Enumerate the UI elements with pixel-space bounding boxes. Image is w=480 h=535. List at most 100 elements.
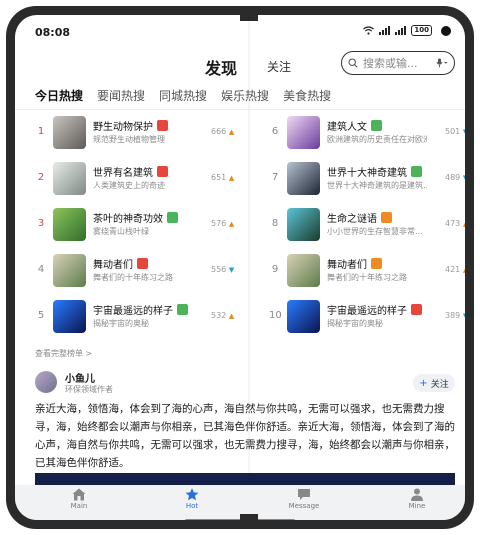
rank-number: 4 [37,264,45,275]
hot-title: 茶叶的神奇功效 [93,214,163,225]
rank-number: 1 [37,126,45,137]
heat-value: 532 ▲ [211,311,234,320]
tab-food[interactable]: 美食热搜 [283,87,331,104]
hot-title-row: 世界有名建筑 [93,164,168,179]
view-full-list-link[interactable]: 查看完整榜单 > [35,348,92,359]
heat-number: 501 [445,127,461,136]
hot-title: 宇宙最遥远的样子 [93,306,173,317]
author-name[interactable]: 小鱼儿 [65,370,95,385]
hot-thumbnail [53,254,86,287]
tab-today[interactable]: 今日热搜 [35,87,83,104]
chevron-right-icon: > [85,349,93,358]
plus-icon: + [419,377,428,389]
hot-list-item[interactable]: 8 生命之谜语小小世界的生存智慧非常… 473 ▲ [269,207,465,243]
hot-badge-icon [157,166,168,177]
heat-number: 651 [211,173,227,182]
nav-hot-label: Hot [185,502,199,510]
hot-title: 野生动物保护 [93,122,153,133]
hot-list-item[interactable]: 4 舞动者们 舞者们的十年练习之路 556 ▼ [35,253,250,289]
device-frame: 08:08 100 发现 关注 搜索或输... 今日热搜 要闻热搜 同城热搜 娱… [6,6,474,529]
hot-subtitle: 人类建筑史上的奇迹 [93,181,165,190]
hot-thumbnail [287,300,320,333]
tab-entertainment[interactable]: 娱乐热搜 [221,87,269,104]
hot-list-item[interactable]: 9 舞动者们舞者们的十年练习之路 421 ▲ [269,253,465,289]
heat-value: 556 ▼ [211,265,234,274]
hot-badge-icon [177,304,188,315]
rank-number: 10 [269,310,282,321]
hot-badge-icon [371,258,382,269]
hot-thumbnail [53,116,86,149]
hot-title-row: 舞动者们 [327,256,382,271]
rank-number: 8 [271,218,279,229]
post-image[interactable] [35,473,455,485]
hot-title: 宇宙最遥远的样子 [327,306,407,317]
tab-follow[interactable]: 关注 [267,58,291,75]
hot-thumbnail [287,254,320,287]
heat-value: 489 ▼ [445,173,465,182]
nav-hot[interactable]: Hot [162,488,222,510]
hot-title-row: 茶叶的神奇功效 [93,210,178,225]
rank-number: 7 [271,172,279,183]
hot-list-item[interactable]: 10 宇宙最遥远的样子揭秘宇宙的奥秘 389 ▼ [269,299,465,335]
hot-title-row: 建筑人文 [327,118,382,133]
hot-list-item[interactable]: 1 野生动物保护 规范野生动植物管理 666 ▲ [35,115,250,151]
header: 发现 关注 搜索或输... [15,47,465,83]
hot-thumbnail [287,116,320,149]
hot-thumbnail [53,162,86,195]
search-icon [348,58,358,68]
rank-number: 2 [37,172,45,183]
hot-list-item[interactable]: 7 世界十大神奇建筑世界十大神奇建筑的是建筑… 489 ▼ [269,161,465,197]
avatar[interactable] [35,371,57,393]
trend-up-icon: ▲ [463,266,465,274]
trend-up-icon: ▲ [463,220,465,228]
search-input[interactable]: 搜索或输... [341,51,455,75]
heat-number: 421 [445,265,461,274]
hot-badge-icon [157,120,168,131]
hot-list-item[interactable]: 5 宇宙最遥远的样子 揭秘宇宙的奥秘 532 ▲ [35,299,250,335]
tab-local[interactable]: 同城热搜 [159,87,207,104]
home-icon [72,488,86,501]
hot-title: 建筑人文 [327,122,367,133]
page-title[interactable]: 发现 [205,55,237,79]
signal-icon-2 [395,26,407,35]
trend-down-icon: ▼ [463,312,465,320]
hot-title-row: 舞动者们 [93,256,148,271]
heat-number: 532 [211,311,227,320]
author-subtitle: 环保领域作者 [65,385,113,394]
battery-icon: 100 [411,25,432,36]
screen: 08:08 100 发现 关注 搜索或输... 今日热搜 要闻热搜 同城热搜 娱… [15,15,465,520]
trend-up-icon: ▲ [228,220,235,228]
rank-number: 9 [271,264,279,275]
chat-icon [298,489,310,500]
trend-down-icon: ▼ [463,174,465,182]
status-icons: 100 [363,25,451,36]
hot-thumbnail [53,208,86,241]
hot-list-item[interactable]: 6 建筑人文欧洲建筑的历史责任在对欧洲… 501 ▼ [269,115,465,151]
hot-subtitle: 小小世界的生存智慧非常… [327,227,423,236]
tab-news[interactable]: 要闻热搜 [97,87,145,104]
nav-message[interactable]: Message [274,488,334,510]
follow-button[interactable]: + 关注 [413,374,455,392]
hot-title: 生命之谜语 [327,214,377,225]
heat-value: 421 ▲ [445,265,465,274]
trend-down-icon: ▼ [463,128,465,136]
nav-mine[interactable]: Mine [387,488,447,510]
hot-subtitle: 欧洲建筑的历史责任在对欧洲… [327,135,427,144]
heat-number: 666 [211,127,227,136]
hot-thumbnail [287,208,320,241]
hot-badge-icon [381,212,392,223]
wifi-icon [363,26,375,35]
microphone-icon[interactable] [436,58,448,68]
person-icon [411,488,423,501]
trend-up-icon: ▲ [228,174,235,182]
hot-list-item[interactable]: 3 茶叶的神奇功效 雾绕青山栈叶绿 576 ▲ [35,207,250,243]
post-text: 亲近大海，领悟海，体会到了海的心声，海自然与你共鸣，无需可以强求，也无需费力搜寻… [35,403,455,469]
hot-list-item[interactable]: 2 世界有名建筑人类建筑史上的奇迹 651 ▲ [35,161,250,197]
nav-main[interactable]: Main [49,488,109,510]
trend-down-icon: ▼ [228,266,235,274]
trend-up-icon: ▲ [228,312,235,320]
hot-badge-icon [137,258,148,269]
status-time: 08:08 [35,26,71,39]
hot-title: 舞动者们 [327,260,367,271]
hot-title: 世界十大神奇建筑 [327,168,407,179]
